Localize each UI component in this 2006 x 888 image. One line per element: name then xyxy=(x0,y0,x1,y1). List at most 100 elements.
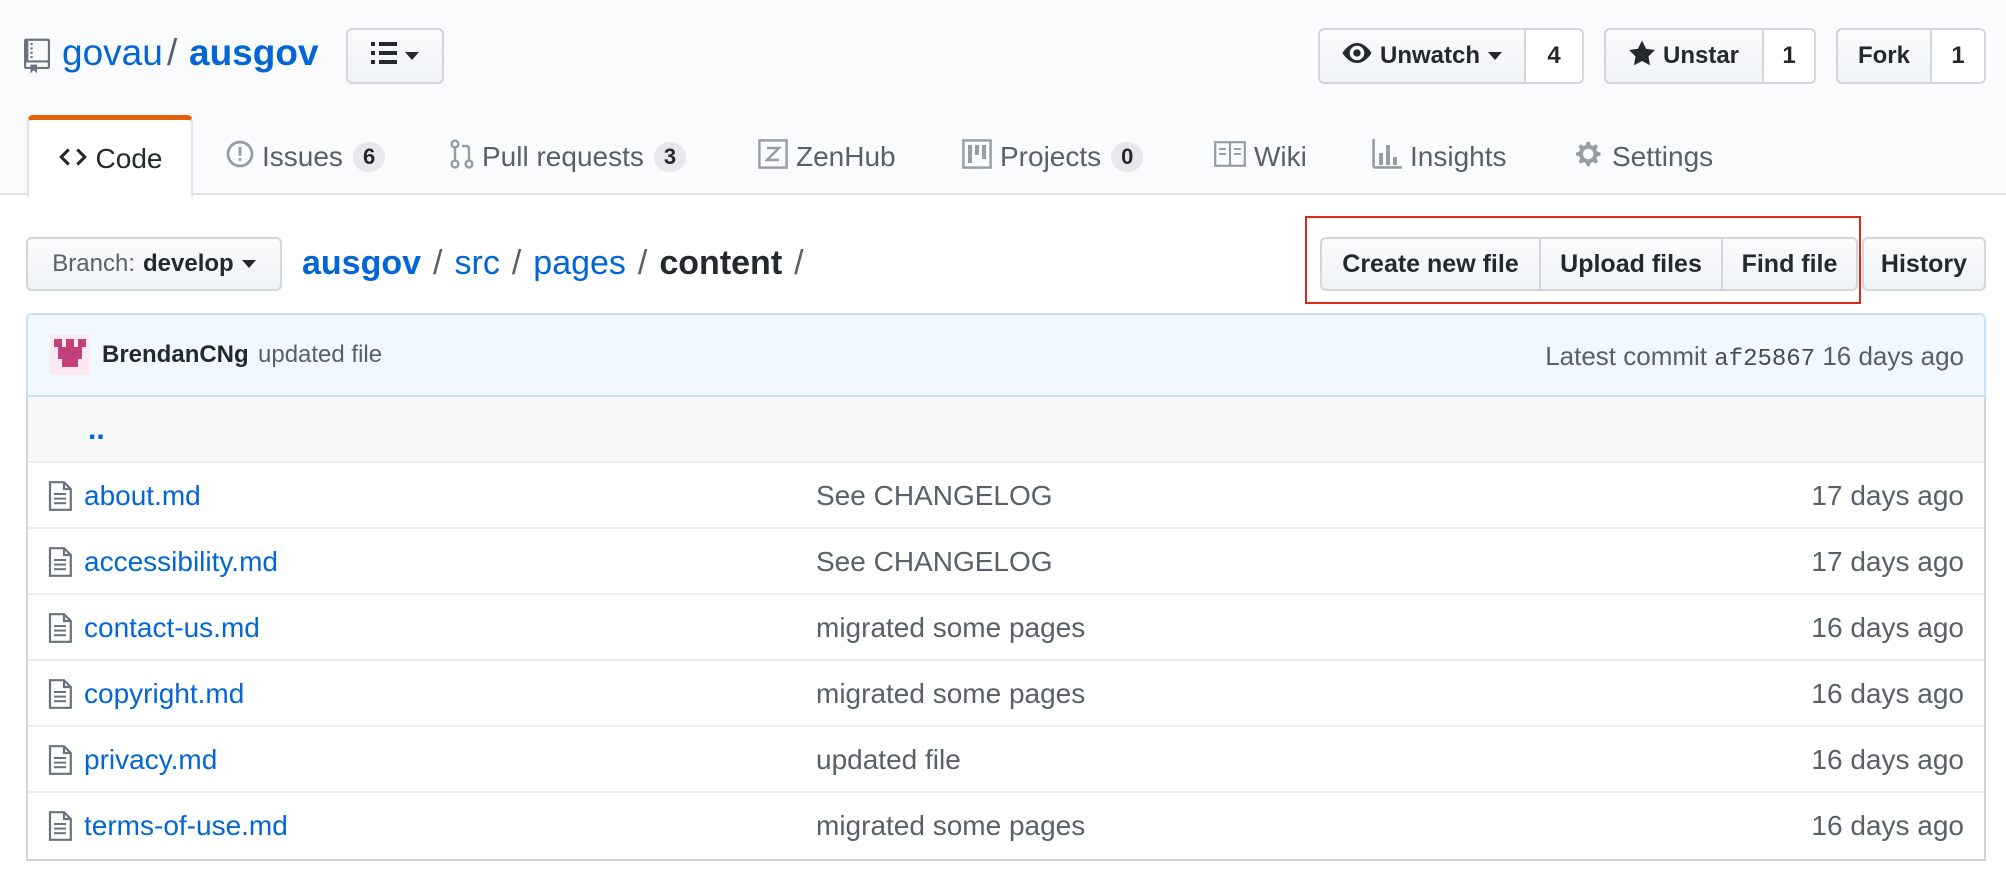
file-commit-message[interactable]: See CHANGELOG xyxy=(816,546,1053,578)
history-button[interactable]: History xyxy=(1862,237,1986,291)
file-age: 16 days ago xyxy=(1811,612,1964,643)
tab-projects[interactable]: Projects 0 xyxy=(962,118,1144,196)
tab-issues[interactable]: Issues 6 xyxy=(226,118,386,196)
unwatch-button[interactable]: Unwatch xyxy=(1318,28,1526,84)
breadcrumb-src-link[interactable]: src xyxy=(455,244,500,282)
eye-icon xyxy=(1342,42,1372,70)
file-name-link[interactable]: about.md xyxy=(84,480,201,512)
fork-button[interactable]: Fork xyxy=(1836,28,1932,84)
breadcrumb-separator: / xyxy=(511,244,522,282)
latest-commit-bar: BrendanCNg updated file Latest commit af… xyxy=(26,313,1986,397)
forks-count[interactable]: 1 xyxy=(1930,28,1986,84)
commit-message-link[interactable]: updated file xyxy=(258,341,382,369)
file-icon xyxy=(48,481,72,516)
tab-wiki-label: Wiki xyxy=(1254,141,1307,172)
table-row: about.md See CHANGELOG 17 days ago xyxy=(28,463,1984,529)
tab-settings-label: Settings xyxy=(1612,141,1714,172)
file-icon xyxy=(48,613,72,648)
code-icon xyxy=(58,143,96,175)
chevron-down-icon xyxy=(405,52,419,60)
tab-wiki[interactable]: Wiki xyxy=(1214,118,1307,196)
commit-age: 16 days ago xyxy=(1822,341,1964,371)
table-row: accessibility.md See CHANGELOG 17 days a… xyxy=(28,529,1984,595)
stargazers-count[interactable]: 1 xyxy=(1762,28,1816,84)
file-age: 16 days ago xyxy=(1811,678,1964,709)
file-commit-message[interactable]: migrated some pages xyxy=(816,678,1085,710)
parent-directory-link[interactable]: .. xyxy=(88,413,105,447)
tab-zenhub-label: ZenHub xyxy=(796,141,896,172)
avatar[interactable] xyxy=(50,335,90,375)
tab-code-label: Code xyxy=(95,142,163,174)
pull-request-icon xyxy=(450,138,482,176)
file-icon xyxy=(48,745,72,780)
tab-settings[interactable]: Settings xyxy=(1576,118,1713,196)
watchers-count[interactable]: 4 xyxy=(1524,28,1584,84)
file-name-link[interactable]: contact-us.md xyxy=(84,612,260,644)
tab-issues-label: Issues xyxy=(262,141,343,172)
chevron-down-icon xyxy=(241,260,256,268)
projects-count-badge: 0 xyxy=(1111,142,1144,172)
list-icon xyxy=(371,41,397,71)
breadcrumb-separator: / xyxy=(637,244,648,282)
fork-label: Fork xyxy=(1857,42,1910,69)
unstar-button[interactable]: Unstar xyxy=(1604,28,1764,84)
file-name-link[interactable]: accessibility.md xyxy=(84,546,278,578)
highlight-box xyxy=(1305,216,1861,304)
repo-name-link[interactable]: ausgov xyxy=(189,28,319,78)
zenhub-icon xyxy=(758,138,796,176)
table-row: terms-of-use.md migrated some pages 16 d… xyxy=(28,793,1984,859)
file-name-link[interactable]: privacy.md xyxy=(84,744,217,776)
unstar-label: Unstar xyxy=(1662,42,1740,69)
breadcrumb: ausgov / src / pages / content / xyxy=(302,240,816,286)
book-icon xyxy=(1214,140,1254,174)
repo-separator: / xyxy=(167,32,178,73)
pull-requests-count-badge: 3 xyxy=(653,142,687,172)
file-name-link[interactable]: terms-of-use.md xyxy=(84,810,288,842)
file-age: 16 days ago xyxy=(1811,810,1964,841)
parent-directory-row[interactable]: .. xyxy=(28,397,1984,463)
file-icon xyxy=(48,679,72,714)
commit-sha-link[interactable]: af25867 xyxy=(1714,346,1815,373)
branch-prefix: Branch: xyxy=(52,250,135,277)
repo-menu-button[interactable] xyxy=(346,28,444,84)
breadcrumb-separator: / xyxy=(433,244,443,282)
branch-name: develop xyxy=(143,250,234,277)
breadcrumb-separator: / xyxy=(794,244,804,282)
tab-pull-requests[interactable]: Pull requests 3 xyxy=(450,118,687,196)
tab-insights[interactable]: Insights xyxy=(1372,118,1507,196)
branch-select-button[interactable]: Branch: develop xyxy=(26,237,282,291)
file-icon xyxy=(48,811,72,846)
tab-pull-requests-label: Pull requests xyxy=(482,141,644,172)
file-age: 17 days ago xyxy=(1811,480,1964,511)
table-row: copyright.md migrated some pages 16 days… xyxy=(28,661,1984,727)
commit-author-link[interactable]: BrendanCNg xyxy=(102,341,249,369)
latest-commit-label: Latest commit xyxy=(1545,341,1708,371)
issue-icon xyxy=(226,140,262,175)
file-commit-message[interactable]: migrated some pages xyxy=(816,612,1085,644)
table-row: contact-us.md migrated some pages 16 day… xyxy=(28,595,1984,661)
file-commit-message[interactable]: updated file xyxy=(816,744,961,776)
table-row: privacy.md updated file 16 days ago xyxy=(28,727,1984,793)
chevron-down-icon xyxy=(1488,52,1502,60)
star-icon xyxy=(1628,40,1655,73)
file-age: 16 days ago xyxy=(1811,744,1964,775)
gear-icon xyxy=(1576,140,1612,175)
breadcrumb-pages-link[interactable]: pages xyxy=(533,244,626,282)
unwatch-label: Unwatch xyxy=(1379,42,1480,69)
repo-icon xyxy=(24,38,50,74)
tab-zenhub[interactable]: ZenHub xyxy=(758,118,896,196)
breadcrumb-repo-link[interactable]: ausgov xyxy=(302,244,421,282)
project-icon xyxy=(962,138,1000,176)
file-name-link[interactable]: copyright.md xyxy=(84,678,244,710)
breadcrumb-current: content xyxy=(659,244,783,282)
tab-projects-label: Projects xyxy=(1000,141,1102,172)
tab-insights-label: Insights xyxy=(1410,141,1507,172)
file-commit-message[interactable]: See CHANGELOG xyxy=(816,480,1053,512)
file-commit-message[interactable]: migrated some pages xyxy=(816,810,1085,842)
issues-count-badge: 6 xyxy=(352,142,386,172)
commit-meta: Latest commit af25867 16 days ago xyxy=(1545,341,1964,373)
file-list: .. about.md See CHANGELOG 17 days ago ac… xyxy=(26,397,1986,861)
tab-code[interactable]: Code xyxy=(27,115,193,197)
graph-icon xyxy=(1372,138,1410,176)
repo-owner-link[interactable]: govau xyxy=(62,28,163,78)
